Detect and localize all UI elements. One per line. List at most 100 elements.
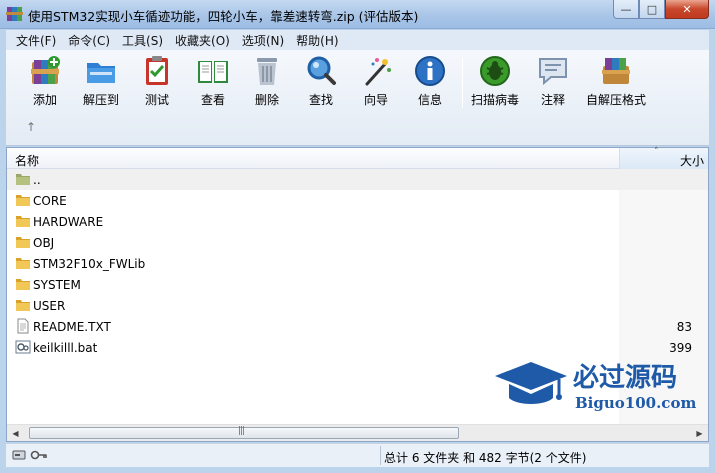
minimize-button[interactable]: —	[613, 0, 639, 19]
list-item[interactable]: SYSTEM	[7, 274, 708, 295]
menu-help[interactable]: 帮助(H)	[290, 32, 344, 49]
wizard-wand-icon	[365, 58, 391, 86]
list-item-name: USER	[33, 299, 66, 313]
info-button[interactable]: 信息	[403, 54, 457, 110]
menu-commands[interactable]: 命令(C)	[62, 32, 116, 49]
file-rows: .. CORE HARDWARE OBJ STM32F10x_FWLib SYS…	[7, 169, 708, 358]
menu-favorites[interactable]: 收藏夹(O)	[169, 32, 236, 49]
info-label: 信息	[417, 93, 442, 107]
sfx-label: 自解压格式	[585, 93, 646, 107]
scan-virus-label: 扫描病毒	[470, 93, 519, 107]
sort-ascending-icon: ˄	[654, 147, 659, 157]
info-icon	[415, 56, 445, 86]
list-item[interactable]: HARDWARE	[7, 211, 708, 232]
folder-icon	[16, 237, 30, 248]
list-item[interactable]: CORE	[7, 190, 708, 211]
horizontal-scrollbar[interactable]: ◀ ||| ▶	[7, 424, 708, 441]
extract-to-label: 解压到	[82, 93, 119, 107]
list-header: 名称 ˄ 大小	[7, 147, 708, 169]
column-header-name[interactable]: 名称	[15, 152, 39, 169]
status-icons	[12, 448, 48, 462]
maximize-button[interactable]: □	[639, 0, 665, 19]
scrollbar-thumb[interactable]: |||	[29, 426, 459, 439]
list-item[interactable]: OBJ	[7, 232, 708, 253]
status-separator	[380, 446, 381, 465]
window-controls: — □ ✕	[613, 0, 709, 19]
view-book-icon	[198, 61, 228, 83]
find-button[interactable]: 查找	[294, 54, 348, 110]
list-item-name: CORE	[33, 194, 67, 208]
biguo-watermark-logo: 必过源码 Biguo100.com	[495, 362, 696, 412]
menu-bar: 文件(F) 命令(C) 工具(S) 收藏夹(O) 选项(N) 帮助(H)	[6, 30, 709, 50]
list-item-size: 83	[676, 320, 692, 334]
list-item-name: keilkilll.bat	[33, 341, 98, 355]
wizard-label: 向导	[363, 93, 388, 107]
scan-virus-button[interactable]: 扫描病毒	[468, 54, 522, 110]
up-one-level-button[interactable]: ↑	[26, 120, 36, 134]
file-list: 名称 ˄ 大小 .. CORE HARDWARE OBJ STM32F10x_F…	[6, 147, 709, 442]
text-file-icon	[17, 318, 29, 334]
scroll-left-arrow-icon[interactable]: ◀	[7, 425, 24, 441]
winrar-app-icon[interactable]	[6, 6, 23, 22]
parent-folder-icon	[16, 174, 30, 185]
watermark-title: 必过源码	[573, 363, 677, 393]
column-header-size[interactable]: ˄ 大小	[619, 147, 708, 169]
comment-icon	[539, 58, 567, 86]
menu-file[interactable]: 文件(F)	[10, 32, 62, 49]
folder-icon	[16, 279, 30, 290]
extract-folder-icon	[87, 63, 115, 83]
sfx-archive-icon	[602, 58, 630, 84]
list-item-name: HARDWARE	[33, 215, 104, 229]
add-button-label: 添加	[32, 93, 57, 107]
list-item[interactable]: README.TXT 83	[7, 316, 708, 337]
list-item-name: README.TXT	[33, 320, 111, 334]
toolbar: 添加 解压到 测试 查看 删除 查找 向导 信息 扫描病毒 注释 自解压格式 ↑	[6, 50, 709, 146]
view-button[interactable]: 查看	[186, 54, 240, 110]
folder-icon	[16, 300, 30, 311]
add-button[interactable]: 添加	[18, 54, 72, 110]
list-item-name: OBJ	[33, 236, 55, 250]
list-item[interactable]: keilkilll.bat 399	[7, 337, 708, 358]
folder-icon	[16, 216, 30, 227]
list-item[interactable]: USER	[7, 295, 708, 316]
test-label: 测试	[144, 93, 169, 107]
list-item-name: ..	[33, 173, 41, 187]
folder-icon	[16, 195, 30, 206]
toolbar-separator	[462, 58, 463, 108]
virus-scan-icon	[480, 56, 510, 86]
folder-icon	[16, 258, 30, 269]
add-archive-icon	[31, 56, 60, 84]
list-item[interactable]: STM32F10x_FWLib	[7, 253, 708, 274]
delete-button[interactable]: 删除	[240, 54, 294, 110]
view-label: 查看	[200, 93, 225, 107]
comment-button[interactable]: 注释	[526, 54, 580, 110]
scrollbar-grip-icon: |||	[238, 426, 245, 436]
comment-label: 注释	[540, 93, 565, 107]
list-item-name: STM32F10x_FWLib	[33, 257, 146, 271]
status-summary: 总计 6 文件夹 和 482 字节(2 个文件)	[384, 451, 587, 465]
status-bar: 总计 6 文件夹 和 482 字节(2 个文件)	[6, 443, 709, 467]
trash-icon	[257, 58, 277, 85]
list-item[interactable]: ..	[7, 169, 708, 190]
find-label: 查找	[308, 93, 333, 107]
key-icon[interactable]	[30, 448, 48, 462]
wizard-button[interactable]: 向导	[349, 54, 403, 110]
magnifier-icon	[307, 56, 336, 85]
scroll-right-arrow-icon[interactable]: ▶	[691, 425, 708, 441]
disk-drive-icon[interactable]	[12, 448, 26, 462]
delete-label: 删除	[254, 93, 279, 107]
menu-options[interactable]: 选项(N)	[236, 32, 290, 49]
menu-tools[interactable]: 工具(S)	[116, 32, 169, 49]
test-button[interactable]: 测试	[130, 54, 184, 110]
title-bar: 使用STM32实现小车循迹功能，四轮小车，靠差速转弯.zip (评估版本) — …	[0, 0, 715, 29]
list-item-size: 399	[669, 341, 692, 355]
list-item-name: SYSTEM	[33, 278, 81, 292]
window-title: 使用STM32实现小车循迹功能，四轮小车，靠差速转弯.zip (评估版本)	[28, 9, 419, 24]
column-header-size-label: 大小	[679, 154, 704, 168]
test-clipboard-icon	[146, 56, 168, 85]
extract-to-button[interactable]: 解压到	[74, 54, 128, 110]
close-button[interactable]: ✕	[665, 0, 709, 19]
watermark-site: Biguo100.com	[575, 394, 696, 412]
sfx-button[interactable]: 自解压格式	[584, 54, 648, 110]
batch-file-icon	[15, 340, 31, 354]
